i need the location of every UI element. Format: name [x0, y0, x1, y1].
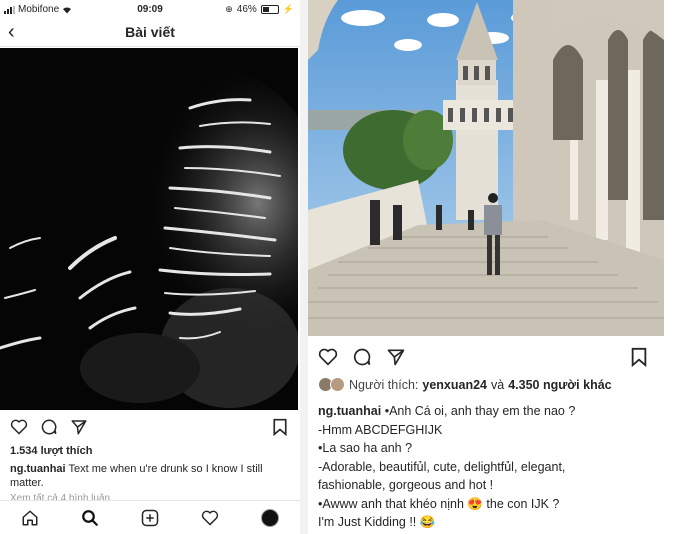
battery-icon — [260, 5, 279, 14]
caption-line: •Awww anh that khéo nịnh 😍 the con IJK ? — [318, 496, 560, 511]
post-caption: ng.tuanhai Text me when u're drunk so I … — [10, 462, 290, 490]
bookmark-icon[interactable] — [630, 347, 648, 372]
rotation-lock-icon: ⊕ — [225, 4, 233, 14]
liked-by: Người thích: yenxuan24 và 4.350 người kh… — [318, 377, 612, 392]
heart-icon[interactable] — [10, 419, 28, 440]
comment-icon[interactable] — [40, 418, 58, 441]
bookmark-icon[interactable] — [272, 418, 288, 441]
page-title: Bài viết — [125, 24, 175, 40]
status-bar: Mobifone 09:09 ⊕ 46% ⚡ — [0, 0, 300, 18]
tab-bar — [0, 500, 300, 534]
right-action-bar — [318, 347, 418, 372]
status-right: ⊕ 46% ⚡ — [225, 4, 294, 15]
profile-icon[interactable] — [261, 509, 279, 527]
battery-percent: 46% — [236, 4, 257, 15]
search-icon[interactable] — [81, 509, 99, 527]
likes-count[interactable]: 1.534 lượt thích — [10, 445, 92, 457]
divider — [300, 0, 308, 534]
left-action-bar — [10, 418, 100, 441]
add-icon[interactable] — [141, 509, 159, 527]
left-screenshot: Mobifone 09:09 ⊕ 46% ⚡ ‹ Bài viết 1.534 … — [0, 0, 300, 534]
castle-photo[interactable] — [308, 0, 664, 336]
home-icon[interactable] — [21, 509, 39, 527]
caption-line: fashionable, gorgeous and hot ! — [318, 478, 494, 492]
liked-user[interactable]: yenxuan24 — [422, 378, 487, 392]
heart-icon[interactable] — [318, 348, 338, 371]
charging-icon: ⚡ — [282, 4, 294, 14]
caption-line: •Anh Cá oi, anh thay em the nao ? — [384, 404, 576, 418]
comment-icon[interactable] — [352, 347, 372, 372]
right-screenshot: Người thích: yenxuan24 và 4.350 người kh… — [308, 0, 664, 534]
liked-others[interactable]: 4.350 người khác — [508, 378, 611, 392]
liked-connector: và — [491, 377, 505, 392]
caption-line: -Adorable, beautifủl, cute, delightfủl, … — [318, 459, 566, 474]
caption-username[interactable]: ng.tuanhai — [318, 404, 381, 418]
nav-bar: ‹ Bài viết — [0, 18, 300, 47]
share-icon[interactable] — [70, 418, 88, 441]
activity-icon[interactable] — [201, 510, 219, 526]
caption-line: -Hmm ABCDEFGHIJK — [318, 422, 443, 437]
liker-avatar[interactable] — [330, 377, 345, 392]
caption-username[interactable]: ng.tuanhai — [10, 463, 66, 475]
post-caption: ng.tuanhai •Anh Cá oi, anh thay em the n… — [318, 402, 658, 532]
share-icon[interactable] — [386, 347, 406, 372]
post-photo[interactable] — [0, 48, 298, 410]
caption-line: I'm Just Kidding !! 😂 — [318, 515, 436, 529]
liked-prefix: Người thích: — [349, 377, 419, 392]
light-streaks-image — [0, 48, 298, 410]
fishermans-bastion-image — [308, 0, 664, 336]
caption-line: •La sao ha anh ? — [318, 441, 413, 455]
